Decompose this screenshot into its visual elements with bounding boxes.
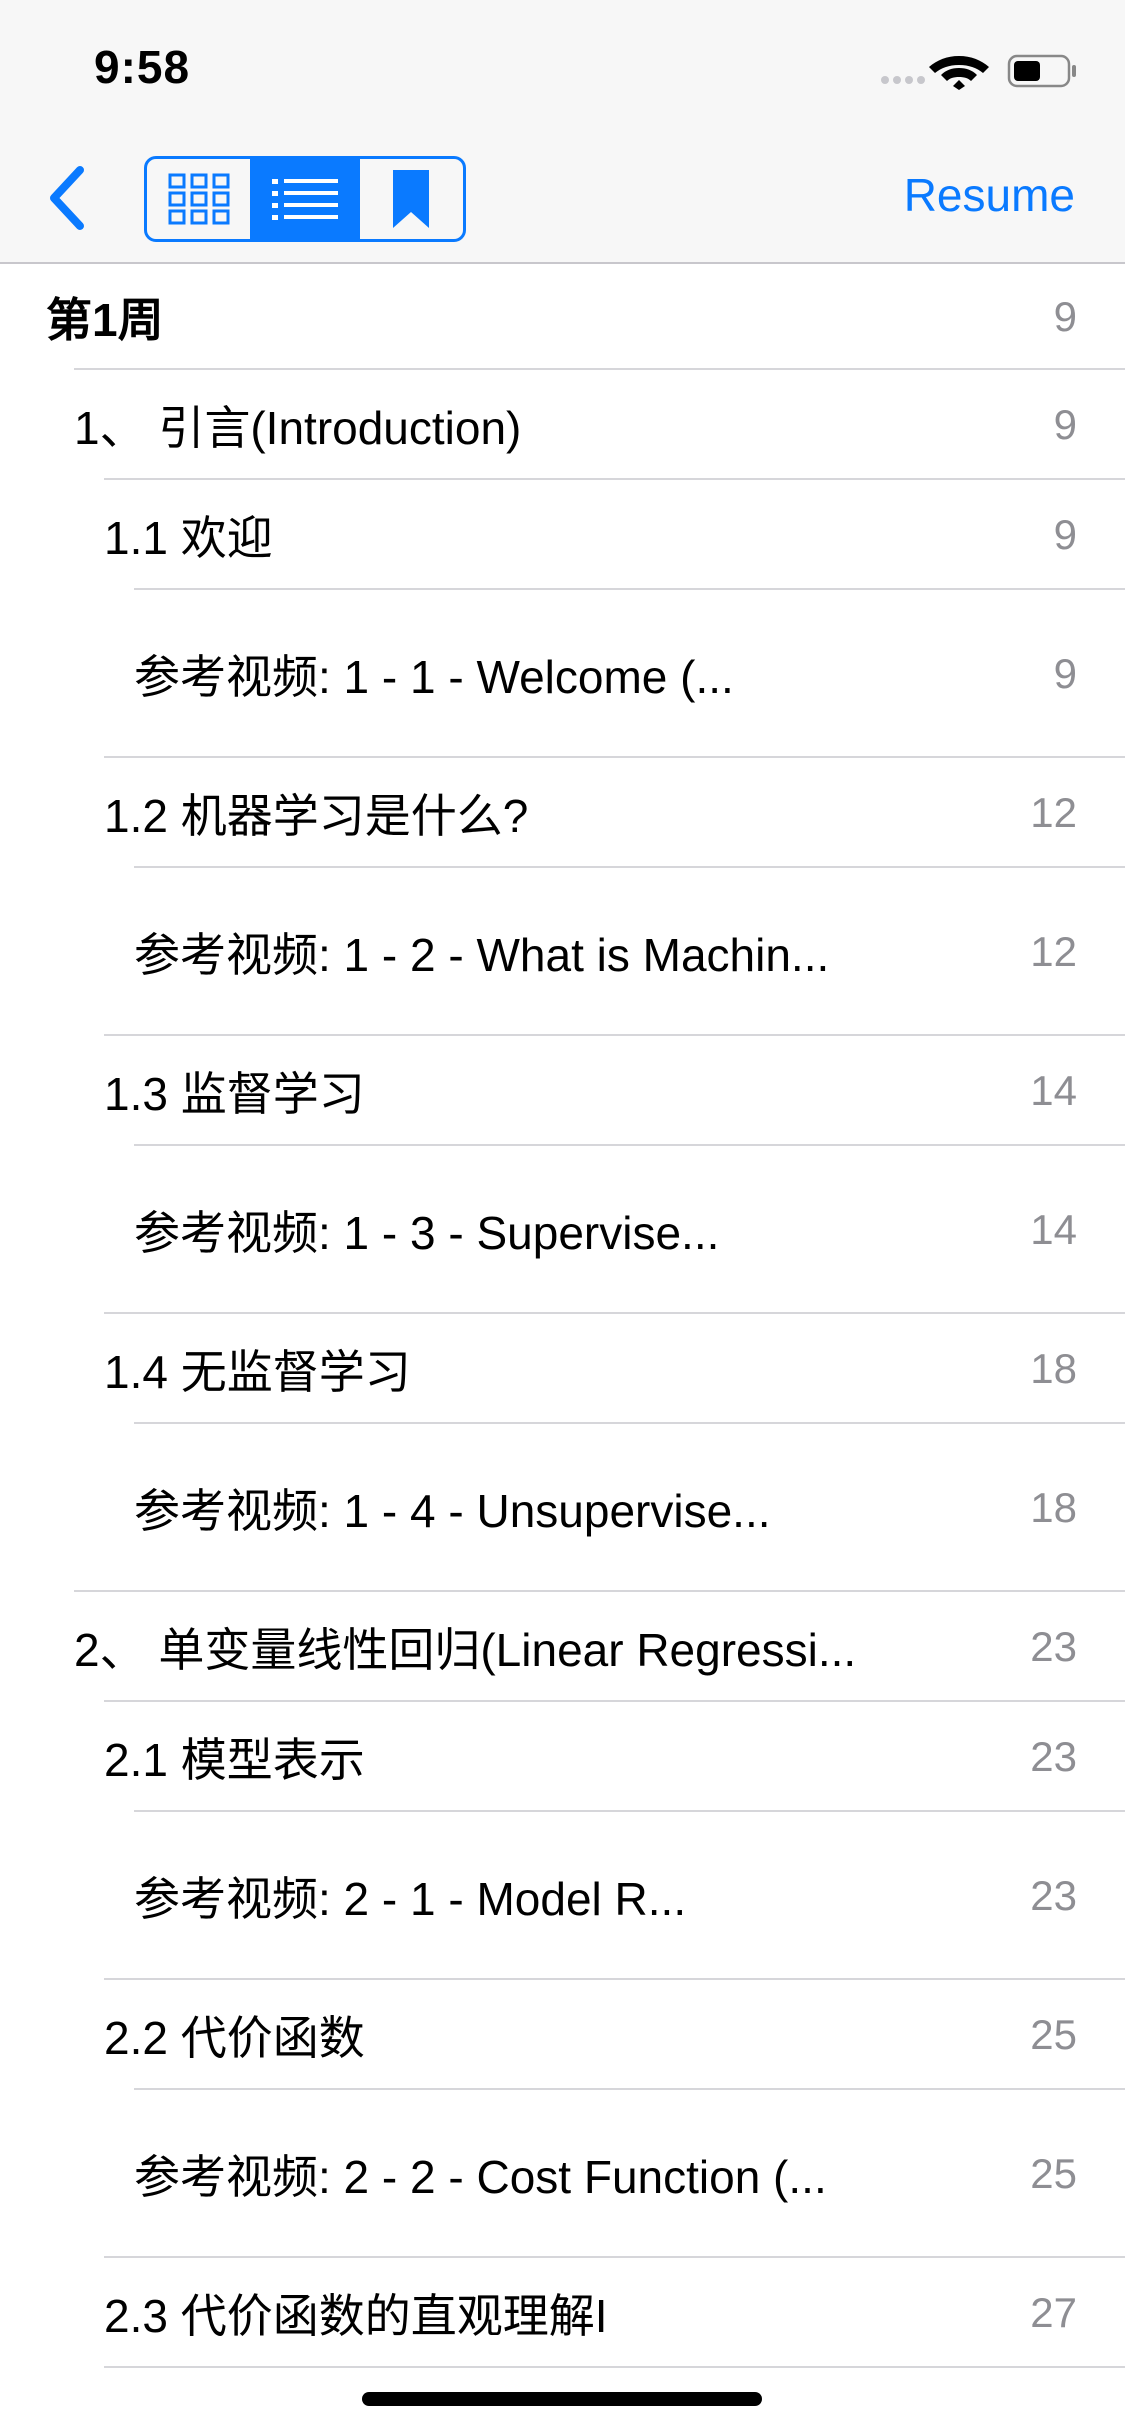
toc-row[interactable]: 1.1 欢迎 9 <box>0 480 1125 590</box>
toc-row-title: 2、 单变量线性回归(Linear Regressi... <box>74 1624 857 1676</box>
grid-view-segment[interactable] <box>147 159 250 239</box>
toc-row-page-number: 23 <box>1030 1733 1077 1780</box>
toc-row[interactable]: 1.3 监督学习 14 <box>0 1036 1125 1146</box>
toc-row-page-number: 23 <box>1030 1623 1077 1670</box>
toc-row-title: 1.2 机器学习是什么? <box>104 790 529 842</box>
toc-row-page-number: 9 <box>1053 650 1077 697</box>
toc-row-page-number: 23 <box>1030 1872 1077 1919</box>
table-of-contents-list: 第1周 9 1、 引言(Introduction) 9 1.1 欢迎 9 参考视频: 1 -… <box>0 264 1125 2368</box>
toc-row-title: 1.4 无监督学习 <box>104 1346 411 1398</box>
toc-row[interactable]: 参考视频: 1 - 1 - Welcome (... 9 <box>0 590 1125 758</box>
toc-row-page-number: 18 <box>1030 1484 1077 1531</box>
wifi-icon <box>929 56 989 90</box>
grid-icon <box>168 173 230 225</box>
toc-row-title: 2.1 模型表示 <box>104 1734 365 1786</box>
toc-row-title: 参考视频: 1 - 3 - Supervise... <box>134 1207 720 1259</box>
toc-row-title: 2.3 代价函数的直观理解I <box>104 2290 608 2342</box>
list-icon <box>271 179 338 220</box>
back-button[interactable] <box>40 160 100 236</box>
toc-row-page-number: 14 <box>1030 1067 1077 1114</box>
toc-row-title: 1.3 监督学习 <box>104 1068 365 1120</box>
toc-row-page-number: 18 <box>1030 1345 1077 1392</box>
home-indicator <box>362 2392 762 2406</box>
toc-row-title: 参考视频: 1 - 1 - Welcome (... <box>134 651 734 703</box>
toc-row-title: 第1周 <box>46 294 164 346</box>
toc-row[interactable]: 1.2 机器学习是什么? 12 <box>0 758 1125 868</box>
status-icons <box>881 54 1076 90</box>
bookmark-view-segment[interactable] <box>356 159 463 239</box>
toc-row[interactable]: 第1周 9 <box>0 264 1125 370</box>
toc-row[interactable]: 1.4 无监督学习 18 <box>0 1314 1125 1424</box>
toc-row-page-number: 25 <box>1030 2011 1077 2058</box>
toc-row-page-number: 14 <box>1030 1206 1077 1253</box>
toc-row[interactable]: 2、 单变量线性回归(Linear Regressi... 23 <box>0 1592 1125 1702</box>
toc-row-title: 参考视频: 1 - 4 - Unsupervise... <box>134 1485 771 1537</box>
toc-row-title: 1、 引言(Introduction) <box>74 402 522 454</box>
toc-row-page-number: 25 <box>1030 2150 1077 2197</box>
bookmark-icon <box>393 170 430 228</box>
view-mode-segmented-control <box>144 156 466 242</box>
toc-row-page-number: 9 <box>1053 293 1077 340</box>
battery-icon <box>1007 54 1076 88</box>
toc-row-page-number: 12 <box>1030 789 1077 836</box>
toc-row[interactable]: 参考视频: 2 - 2 - Cost Function (... 25 <box>0 2090 1125 2258</box>
toc-row[interactable]: 2.3 代价函数的直观理解I 27 <box>0 2258 1125 2368</box>
status-bar: 9:58 <box>0 0 1125 132</box>
toc-row-page-number: 27 <box>1030 2289 1077 2336</box>
toc-row[interactable]: 参考视频: 2 - 1 - Model R... 23 <box>0 1812 1125 1980</box>
cellular-signal-icon <box>881 76 925 84</box>
toc-row[interactable]: 2.2 代价函数 25 <box>0 1980 1125 2090</box>
toc-row-page-number: 12 <box>1030 928 1077 975</box>
navigation-bar: Resume <box>0 132 1125 264</box>
chevron-left-icon <box>50 166 84 230</box>
toc-row[interactable]: 参考视频: 1 - 4 - Unsupervise... 18 <box>0 1424 1125 1592</box>
toc-row[interactable]: 2.1 模型表示 23 <box>0 1702 1125 1812</box>
toc-row-page-number: 9 <box>1053 511 1077 558</box>
row-separator <box>104 2366 1125 2368</box>
toc-row-title: 2.2 代价函数 <box>104 2012 365 2064</box>
toc-row-title: 参考视频: 2 - 2 - Cost Function (... <box>134 2151 827 2203</box>
toc-row[interactable]: 参考视频: 1 - 3 - Supervise... 14 <box>0 1146 1125 1314</box>
status-time: 9:58 <box>94 41 191 93</box>
toc-row[interactable]: 1、 引言(Introduction) 9 <box>0 370 1125 480</box>
resume-button[interactable]: Resume <box>904 168 1075 222</box>
toc-row-title: 参考视频: 1 - 2 - What is Machin... <box>134 929 830 981</box>
toc-row[interactable]: 参考视频: 1 - 2 - What is Machin... 12 <box>0 868 1125 1036</box>
toc-row-page-number: 9 <box>1053 401 1077 448</box>
list-view-segment[interactable] <box>250 159 357 239</box>
toc-row-title: 参考视频: 2 - 1 - Model R... <box>134 1873 687 1925</box>
toc-row-title: 1.1 欢迎 <box>104 512 273 564</box>
